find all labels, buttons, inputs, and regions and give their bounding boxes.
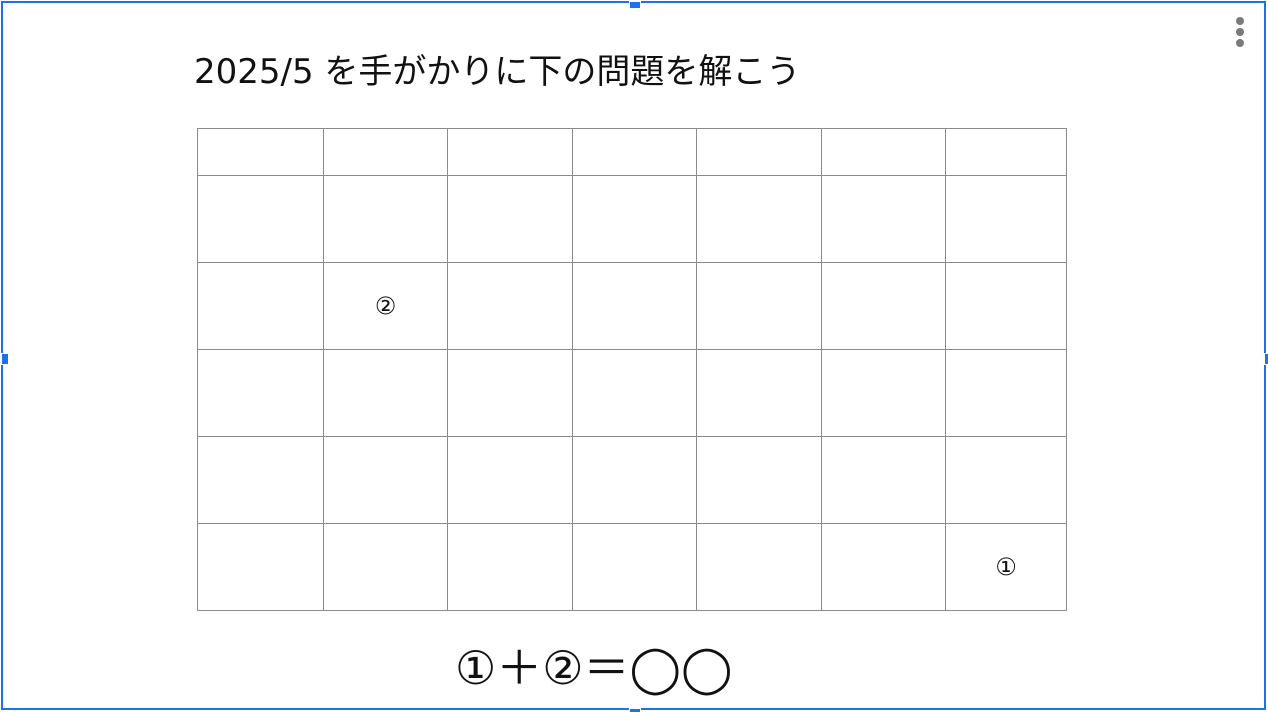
resize-handle-top[interactable] bbox=[629, 1, 641, 9]
calendar-cell bbox=[197, 523, 324, 611]
calendar-grid: ②① bbox=[197, 128, 1067, 611]
calendar-cell bbox=[323, 175, 448, 263]
resize-handle-right[interactable] bbox=[1264, 353, 1268, 365]
calendar-cell bbox=[197, 175, 324, 263]
calendar-week-row bbox=[197, 436, 1067, 524]
calendar-cell bbox=[447, 175, 573, 263]
calendar-cell bbox=[696, 262, 822, 350]
calendar-cell bbox=[696, 349, 822, 437]
calendar-cell bbox=[447, 436, 573, 524]
calendar-week-row: ② bbox=[197, 262, 1067, 350]
calendar-cell bbox=[945, 349, 1067, 437]
calendar-cell bbox=[821, 436, 946, 524]
calendar-cell: ② bbox=[323, 262, 448, 350]
problem-title: 2025/5 を手がかりに下の問題を解こう bbox=[194, 52, 801, 92]
resize-handle-bottom[interactable] bbox=[629, 708, 641, 712]
calendar-cell bbox=[945, 436, 1067, 524]
calendar-cell bbox=[572, 128, 697, 176]
calendar-cell bbox=[696, 436, 822, 524]
calendar-cell bbox=[447, 349, 573, 437]
calendar-week-row: ① bbox=[197, 523, 1067, 611]
calendar-header-row bbox=[197, 128, 1067, 176]
calendar-week-row bbox=[197, 175, 1067, 263]
calendar-cell bbox=[572, 349, 697, 437]
calendar-cell bbox=[197, 128, 324, 176]
calendar-cell bbox=[197, 436, 324, 524]
calendar-cell bbox=[821, 349, 946, 437]
slide-canvas[interactable]: 2025/5 を手がかりに下の問題を解こう ②① ①＋②＝◯◯ bbox=[0, 0, 1268, 712]
calendar-cell bbox=[945, 128, 1067, 176]
resize-handle-left[interactable] bbox=[1, 353, 9, 365]
calendar-cell bbox=[197, 262, 324, 350]
calendar-cell: ① bbox=[945, 523, 1067, 611]
calendar-cell bbox=[821, 175, 946, 263]
calendar-cell bbox=[696, 175, 822, 263]
more-vert-icon[interactable] bbox=[1226, 12, 1254, 52]
calendar-cell bbox=[197, 349, 324, 437]
calendar-cell bbox=[945, 175, 1067, 263]
calendar-cell bbox=[696, 128, 822, 176]
calendar-cell bbox=[572, 262, 697, 350]
kebab-dot bbox=[1236, 39, 1244, 47]
calendar-cell bbox=[572, 523, 697, 611]
calendar-cell bbox=[447, 262, 573, 350]
calendar-cell bbox=[323, 349, 448, 437]
calendar-cell bbox=[323, 436, 448, 524]
calendar-cell bbox=[323, 523, 448, 611]
calendar-cell bbox=[821, 523, 946, 611]
kebab-dot bbox=[1236, 17, 1244, 25]
equation: ①＋②＝◯◯ bbox=[455, 641, 733, 695]
calendar-cell bbox=[572, 175, 697, 263]
calendar-cell bbox=[696, 523, 822, 611]
calendar-cell bbox=[447, 523, 573, 611]
calendar-cell bbox=[821, 128, 946, 176]
calendar-cell bbox=[945, 262, 1067, 350]
calendar-cell bbox=[447, 128, 573, 176]
calendar-week-row bbox=[197, 349, 1067, 437]
calendar-cell bbox=[323, 128, 448, 176]
calendar-cell bbox=[821, 262, 946, 350]
calendar-cell bbox=[572, 436, 697, 524]
kebab-dot bbox=[1236, 28, 1244, 36]
